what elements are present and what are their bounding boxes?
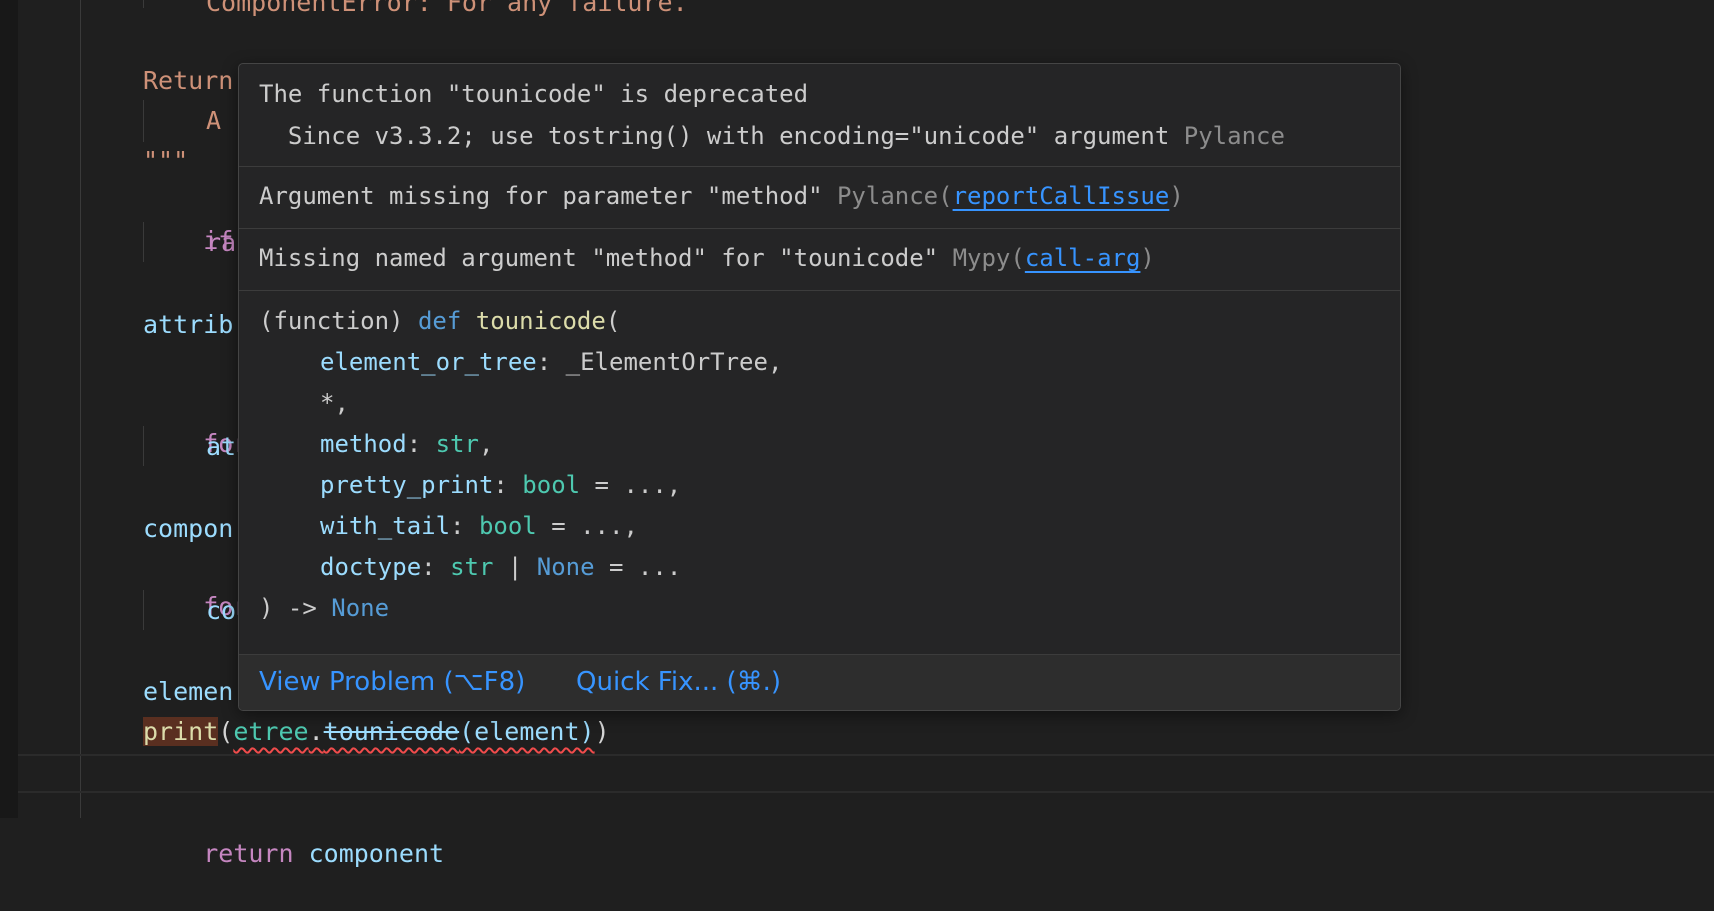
code-line-active[interactable]: print(etree.tounicode(element)) (143, 713, 610, 751)
code-line: compon (143, 514, 234, 543)
sig-colon: : (450, 512, 479, 540)
signature-line: element_or_tree: _ElementOrTree, (320, 346, 782, 378)
signature-line: (function) def tounicode( (259, 305, 620, 337)
sig-param: method (320, 430, 407, 458)
print-call[interactable]: print (143, 717, 219, 746)
sig-type: bool (478, 512, 537, 540)
signature-line: method: str, (320, 428, 493, 460)
code-line: A (206, 106, 222, 135)
quick-fix-button[interactable]: Quick Fix... (⌘.) (576, 655, 781, 710)
sig-default: = ... (594, 553, 682, 581)
sig-param: with_tail (320, 512, 451, 540)
current-line-border (18, 754, 1714, 756)
code-line: co (206, 596, 237, 625)
problem-text: Argument missing for parameter "method" (259, 182, 823, 210)
problem-text: Missing named argument "method" for "tou… (259, 244, 939, 272)
sig-type: : _ElementOrTree, (536, 348, 783, 376)
signature-line: ) -> None (259, 592, 389, 624)
signature-line: pretty_print: bool = ..., (320, 469, 681, 501)
paren: ( (218, 717, 234, 746)
code-line: """ (143, 146, 189, 175)
code-line: ComponentError: For any failure. (206, 0, 688, 17)
error-squiggle[interactable]: etree.tounicode(element) (233, 717, 594, 746)
sig-param: doctype (320, 553, 422, 581)
indent-guide (143, 100, 144, 142)
sig-type: str (435, 430, 479, 458)
sig-none: None (536, 553, 595, 581)
problem-section: Argument missing for parameter "method" … (239, 166, 1400, 229)
diagnostic-source: Mypy( (952, 244, 1025, 272)
problem-message: Missing named argument "method" for "tou… (259, 242, 1155, 274)
sig-star: *, (320, 389, 349, 417)
etree-identifier: etree (233, 717, 309, 746)
problem-section: Missing named argument "method" for "tou… (239, 228, 1400, 291)
deprecated-function[interactable]: tounicode (324, 717, 459, 746)
sig-comma: , (478, 430, 494, 458)
diagnostic-source: Pylance (1183, 122, 1285, 150)
indent-guide (143, 0, 144, 8)
code-line: attrib (143, 310, 234, 339)
code-line: Return (143, 66, 234, 95)
sig-default: = ..., (580, 471, 682, 499)
identifier: component (308, 839, 445, 868)
sig-param: element_or_tree (320, 348, 537, 376)
sig-return-type: None (331, 594, 390, 622)
problem-message: Argument missing for parameter "method" … (259, 180, 1184, 212)
rule-link[interactable]: reportCallIssue (953, 182, 1170, 210)
deprecation-detail: Since v3.3.2; use tostring() with encodi… (259, 120, 1285, 152)
indent-guide (80, 0, 81, 818)
sig-default: = ..., (536, 512, 638, 540)
paren: ) (594, 717, 610, 746)
sig-type: str (450, 553, 494, 581)
sig-close: ) -> (259, 594, 332, 622)
sig-function-name: tounicode (475, 307, 606, 335)
signature-line: *, (320, 387, 349, 419)
hover-status-bar: View Problem (⌥F8) Quick Fix... (⌘.) (239, 654, 1400, 710)
view-problem-button[interactable]: View Problem (⌥F8) (259, 655, 525, 710)
sig-paren: ( (605, 307, 621, 335)
sig-def: def (417, 307, 462, 335)
paren: ) (1140, 244, 1155, 272)
sig-type: bool (522, 471, 581, 499)
code-line: at (206, 432, 237, 461)
signature-line: doctype: str | None = ... (320, 551, 681, 583)
hover-widget[interactable]: The function "tounicode" is deprecated S… (238, 63, 1401, 711)
keyword: return (203, 839, 294, 868)
sig-param: pretty_print (320, 471, 494, 499)
diagnostic-source: Pylance( (836, 182, 953, 210)
dot: . (308, 717, 324, 746)
sig-colon: : (421, 553, 451, 581)
sig-colon: : (493, 471, 523, 499)
gutter (0, 0, 18, 818)
deprecation-text: Since v3.3.2; use tostring() with encodi… (259, 122, 1170, 150)
call-args: (element) (459, 717, 595, 746)
deprecation-section: The function "tounicode" is deprecated S… (239, 64, 1400, 167)
code-line: return component (143, 797, 444, 868)
sig-colon: : (406, 430, 436, 458)
signature-line: with_tail: bool = ..., (320, 510, 638, 542)
code-line: ra (206, 228, 237, 257)
deprecation-title: The function "tounicode" is deprecated (259, 80, 809, 108)
code-line: elemen (143, 677, 234, 706)
sig-pipe: | (493, 553, 537, 581)
current-line-border (18, 791, 1714, 793)
paren: ) (1169, 182, 1184, 210)
rule-link[interactable]: call-arg (1025, 244, 1141, 272)
sig-prefix: (function) (259, 307, 404, 335)
